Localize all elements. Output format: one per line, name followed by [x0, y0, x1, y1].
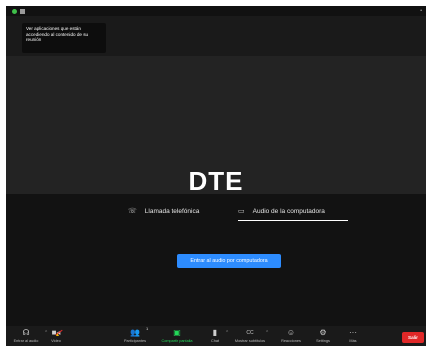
- gear-icon: ⚙: [319, 328, 327, 337]
- tool-label: Entrar al audio: [13, 339, 39, 343]
- top-bar: •: [6, 6, 426, 16]
- join-computer-audio-button[interactable]: Entrar al audio por computadora: [177, 254, 281, 268]
- more-tool[interactable]: ··· Más: [333, 328, 373, 343]
- reactions-icon: ☺: [286, 328, 296, 337]
- phone-icon: ☏: [128, 208, 137, 215]
- meeting-window: • Ver aplicaciones que están accediendo …: [6, 6, 426, 346]
- cc-icon: CC: [246, 330, 254, 336]
- participant-name: DTE: [188, 166, 244, 196]
- tool-label: Más: [349, 339, 357, 343]
- tool-label: Mostrar subtítulos: [234, 339, 266, 343]
- chat-options-chevron-icon[interactable]: ⌃: [225, 330, 229, 336]
- chat-icon: ▮: [212, 328, 218, 337]
- participants-tool[interactable]: 👥 Participantes: [115, 328, 155, 343]
- tab-label: Audio de la computadora: [252, 207, 325, 215]
- meeting-toolbar: ☊ Entrar al audio ⌃ ■◂ Video ▲ 👥 Partici…: [6, 326, 426, 346]
- tool-label: Video: [51, 339, 61, 343]
- participants-icon: 👥: [130, 328, 140, 337]
- tool-label: Participantes: [124, 339, 146, 343]
- captions-tool[interactable]: CC Mostrar subtítulos: [230, 328, 270, 343]
- captions-options-chevron-icon[interactable]: ⌃: [265, 330, 269, 336]
- audio-tabs: ☏ Llamada telefónica ▭ Audio de la compu…: [6, 202, 426, 222]
- tab-label: Llamada telefónica: [144, 207, 200, 215]
- warning-icon: ▲: [55, 332, 60, 338]
- share-screen-icon: ▣: [173, 328, 181, 337]
- tab-phone-call[interactable]: ☏ Llamada telefónica: [128, 202, 228, 220]
- apps-accessing-tooltip: Ver aplicaciones que están accediendo al…: [22, 23, 106, 53]
- participant-count: 1: [146, 326, 149, 331]
- computer-icon: ▭: [238, 208, 245, 215]
- share-screen-tool[interactable]: ▣ Compartir pantalla: [157, 328, 197, 343]
- headphones-icon: ☊: [22, 328, 30, 337]
- leave-button[interactable]: Salir: [402, 332, 424, 343]
- tool-label: Compartir pantalla: [161, 339, 193, 343]
- more-icon: ···: [349, 328, 357, 337]
- tool-label: Chat: [210, 339, 220, 343]
- window-control-icon[interactable]: •: [420, 8, 422, 14]
- grid-view-icon[interactable]: [20, 9, 25, 14]
- tool-label: Settings: [316, 339, 330, 343]
- tool-label: Reacciones: [281, 339, 301, 343]
- tab-computer-audio[interactable]: ▭ Audio de la computadora: [238, 202, 348, 221]
- green-shield-icon[interactable]: [12, 9, 17, 14]
